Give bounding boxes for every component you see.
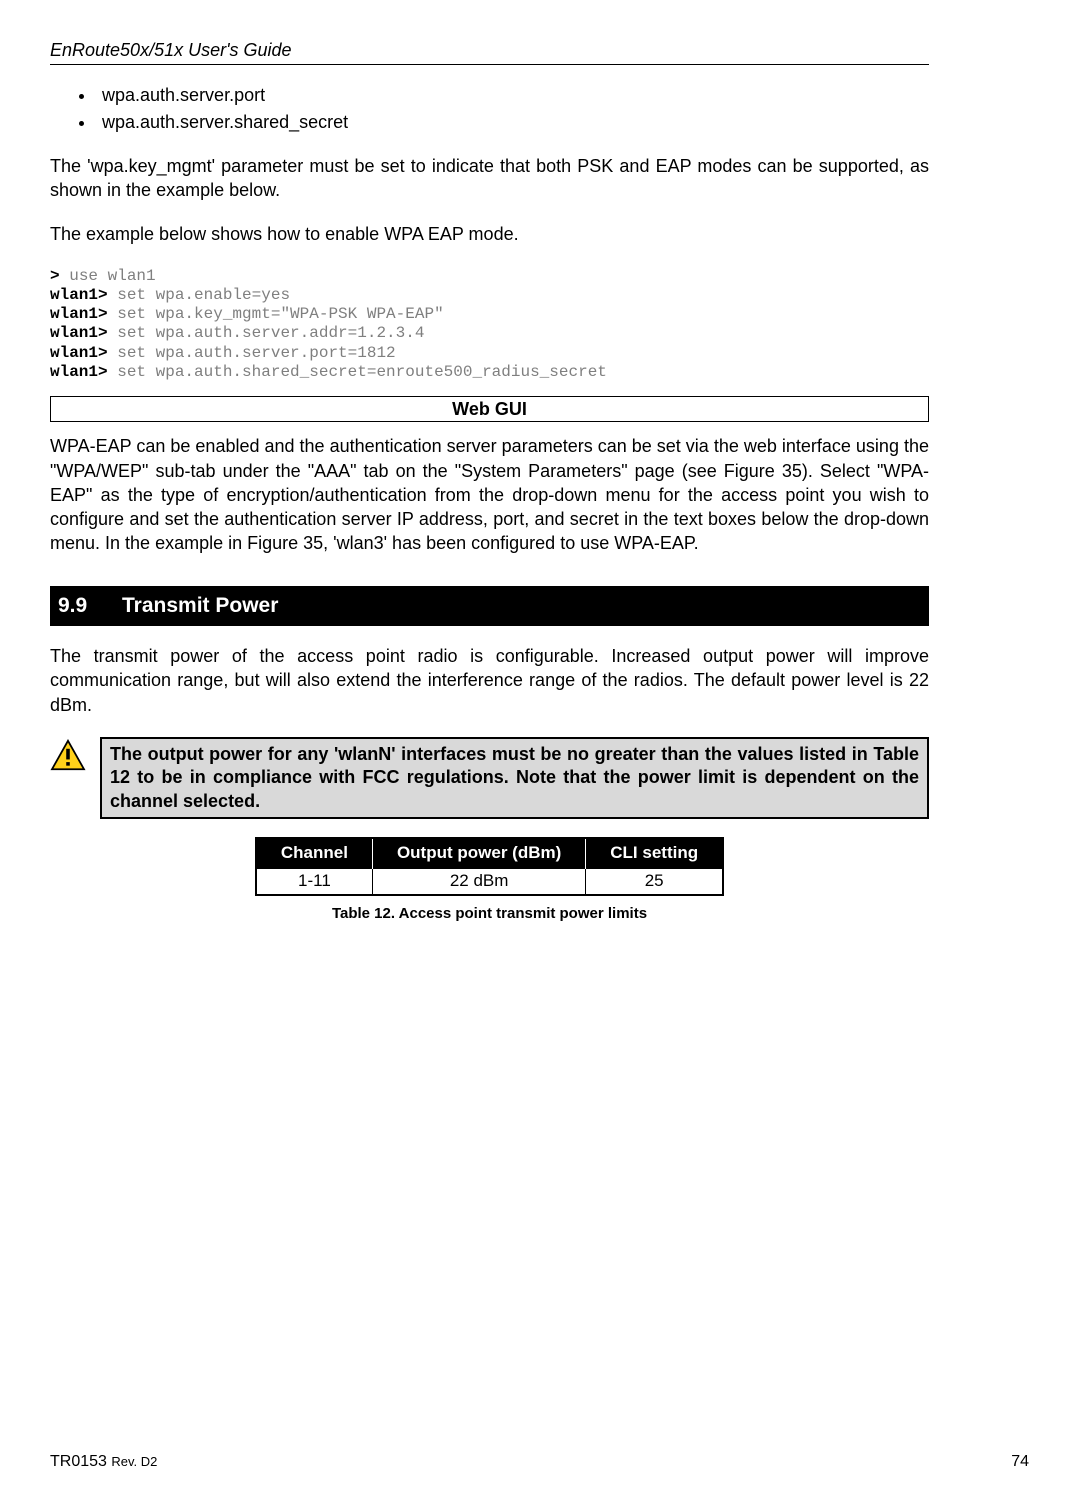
paragraph: The 'wpa.key_mgmt' parameter must be set… [50,154,929,203]
warning-icon [50,739,86,771]
col-header: Channel [256,838,373,868]
footer-doc-id: TR0153 Rev. D2 [50,1451,157,1473]
table-cell: 22 dBm [372,869,585,895]
warning-text: The output power for any 'wlanN' interfa… [100,737,929,819]
table-header-row: Channel Output power (dBm) CLI setting [256,838,723,868]
code-block: > use wlan1 wlan1> set wpa.enable=yes wl… [50,267,929,382]
list-item: wpa.auth.server.port [96,83,929,107]
table-row: 1-11 22 dBm 25 [256,869,723,895]
webgui-heading: Web GUI [50,396,929,422]
cli-prompt: wlan1> [50,344,108,362]
table-caption: Table 12. Access point transmit power li… [50,904,929,924]
warning-block: The output power for any 'wlanN' interfa… [50,737,929,819]
power-limits-table: Channel Output power (dBm) CLI setting 1… [255,837,724,896]
section-number: 9.9 [58,592,122,620]
paragraph: The example below shows how to enable WP… [50,222,929,246]
doc-header: EnRoute50x/51x User's Guide [50,38,929,62]
cli-prompt: > [50,267,60,285]
list-item: wpa.auth.server.shared_secret [96,110,929,134]
cli-command: use wlan1 [60,267,156,285]
cli-command: set wpa.auth.server.port=1812 [108,344,396,362]
cli-command: set wpa.auth.shared_secret=enroute500_ra… [108,363,607,381]
cli-prompt: wlan1> [50,324,108,342]
cli-prompt: wlan1> [50,363,108,381]
cli-prompt: wlan1> [50,286,108,304]
section-title: Transmit Power [122,594,278,617]
col-header: Output power (dBm) [372,838,585,868]
header-rule [50,64,929,65]
page-footer: TR0153 Rev. D2 74 [50,1451,1029,1473]
paragraph: WPA-EAP can be enabled and the authentic… [50,434,929,555]
table-cell: 1-11 [256,869,373,895]
cli-prompt: wlan1> [50,305,108,323]
section-heading: 9.9Transmit Power [50,586,929,626]
table-cell: 25 [586,869,723,895]
table-wrapper: Channel Output power (dBm) CLI setting 1… [50,837,929,924]
cli-command: set wpa.enable=yes [108,286,290,304]
cli-command: set wpa.key_mgmt="WPA-PSK WPA-EAP" [108,305,444,323]
cli-command: set wpa.auth.server.addr=1.2.3.4 [108,324,425,342]
bullet-list: wpa.auth.server.port wpa.auth.server.sha… [50,83,929,134]
col-header: CLI setting [586,838,723,868]
paragraph: The transmit power of the access point r… [50,644,929,717]
footer-page-number: 74 [1011,1451,1029,1473]
